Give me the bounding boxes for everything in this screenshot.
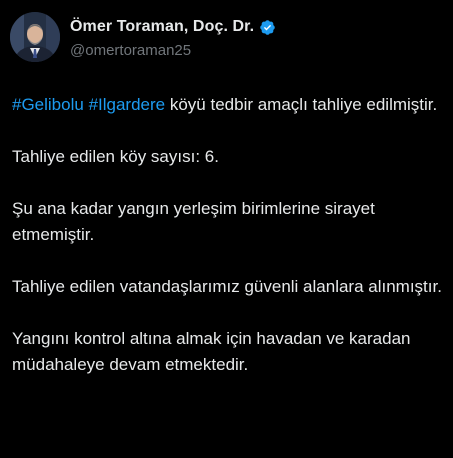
- hashtag-link[interactable]: #Gelibolu: [12, 95, 84, 114]
- author-name-row: Ömer Toraman, Doç. Dr.: [70, 18, 276, 36]
- hashtag-link[interactable]: #Ilgardere: [89, 95, 166, 114]
- author-display-name[interactable]: Ömer Toraman, Doç. Dr.: [70, 18, 254, 36]
- author-handle[interactable]: @omertoraman25: [70, 42, 191, 59]
- tweet-paragraph: Tahliye edilen vatandaşlarımız güvenli a…: [12, 277, 442, 296]
- tweet-text: #Gelibolu #Ilgardere köyü tedbir amaçlı …: [12, 92, 442, 378]
- tweet-paragraph: Yangını kontrol altına almak için havada…: [12, 329, 411, 374]
- tweet-paragraph: #Gelibolu #Ilgardere köyü tedbir amaçlı …: [12, 92, 442, 118]
- tweet-paragraph: Şu ana kadar yangın yerleşim birimlerine…: [12, 199, 375, 244]
- avatar[interactable]: [10, 12, 60, 62]
- tweet-paragraph-text: köyü tedbir amaçlı tahliye edilmiştir.: [165, 95, 438, 114]
- avatar-photo-icon: [10, 12, 60, 62]
- tweet-card: Ömer Toraman, Doç. Dr. @omertoraman25 #G…: [0, 0, 453, 458]
- verified-badge-icon: [260, 19, 275, 35]
- tweet-paragraph: Tahliye edilen köy sayısı: 6.: [12, 147, 219, 166]
